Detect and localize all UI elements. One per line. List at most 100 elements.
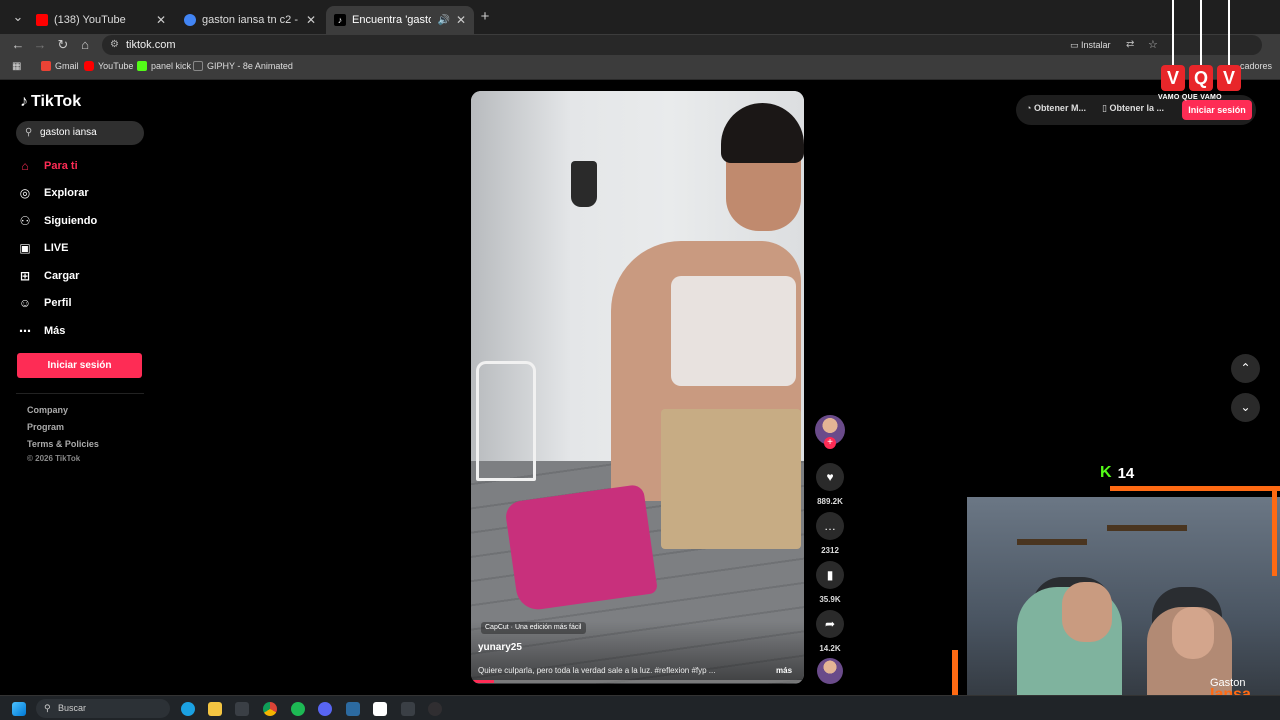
profile-icon: ☺ — [18, 296, 32, 310]
kick-logo-icon: K — [1100, 464, 1112, 481]
vqv-letter: V — [1161, 65, 1185, 91]
tab-youtube[interactable]: (138) YouTube ✕ — [28, 6, 174, 34]
music-disc-button[interactable] — [815, 658, 845, 684]
translate-icon[interactable]: ⇄ — [1126, 35, 1134, 55]
upload-icon: ⊞ — [19, 269, 31, 283]
video-progress-bar[interactable] — [471, 680, 804, 683]
heart-icon: ♥ — [816, 463, 844, 491]
music-disc-icon — [817, 658, 843, 684]
tiktok-note-icon: ♪ — [20, 93, 28, 110]
nav-siguiendo[interactable]: ⚇ Siguiendo — [18, 211, 98, 231]
brave-icon[interactable] — [401, 702, 415, 716]
nav-mas[interactable]: ⋯ Más — [18, 321, 65, 341]
previous-video-button[interactable]: ⌃ — [1231, 354, 1260, 383]
tab-google-search[interactable]: gaston iansa tn c2 - Buscar con ✕ — [176, 6, 324, 34]
next-video-button[interactable]: ⌄ — [1231, 393, 1260, 422]
tab-title: (138) YouTube — [54, 14, 126, 26]
windows-start-icon[interactable] — [12, 702, 26, 716]
following-icon: ⚇ — [19, 214, 31, 228]
chrome-icon[interactable] — [263, 702, 277, 716]
share-button[interactable]: ➦ 14.2K — [815, 610, 845, 653]
edge-icon[interactable] — [181, 702, 195, 716]
get-app-button-2[interactable]: ▯ Obtener la ... — [1102, 103, 1164, 114]
comment-count: 2312 — [821, 546, 839, 555]
vqv-letter: Q — [1189, 65, 1213, 91]
bookmark-youtube[interactable]: YouTube — [84, 61, 133, 71]
windows-taskbar: ⚲ Buscar — [0, 695, 1280, 720]
cam-shelf — [1107, 525, 1187, 531]
nav-cargar[interactable]: ⊞ Cargar — [18, 266, 80, 286]
tiktok-logo[interactable]: ♪ TikTok — [20, 93, 81, 111]
video-progress-fill — [471, 680, 495, 683]
obs-icon[interactable] — [428, 702, 442, 716]
footer-link-company[interactable]: Company — [27, 405, 68, 415]
footer-link-terms[interactable]: Terms & Policies — [27, 439, 99, 449]
get-app-button-1[interactable]: ◔ Obtener M... — [1026, 103, 1086, 113]
video-author[interactable]: yunary25 — [478, 642, 522, 653]
nav-live[interactable]: ▣ LIVE — [18, 238, 68, 258]
capcut-icon[interactable] — [373, 702, 387, 716]
search-value: gaston iansa — [40, 127, 97, 138]
new-tab-button[interactable]: + — [477, 9, 493, 25]
creator-avatar-button[interactable]: + — [815, 415, 845, 449]
login-button[interactable]: Iniciar sesión — [17, 353, 142, 378]
page-icon — [193, 61, 203, 71]
bookmark-panel-kick[interactable]: panel kick — [137, 61, 191, 71]
youtube-favicon-icon — [36, 14, 48, 26]
site-info-icon[interactable]: ⚙ — [110, 35, 119, 55]
back-icon[interactable]: ← — [10, 37, 26, 53]
url-text: tiktok.com — [126, 39, 176, 51]
vqv-logo: V Q V VAMO QUE VAMO — [1158, 0, 1242, 105]
bookmark-giphy[interactable]: GIPHY - 8e Animated — [193, 61, 293, 71]
like-button[interactable]: ♥ 889.2K — [815, 463, 845, 506]
viewer-count: 14 — [1117, 464, 1135, 482]
tab-search-icon[interactable]: ⌄ — [10, 9, 26, 25]
footer-link-program[interactable]: Program — [27, 422, 64, 432]
gmail-icon — [41, 61, 51, 71]
bookmarks-overflow[interactable]: cadores — [1240, 61, 1272, 71]
like-count: 889.2K — [817, 497, 843, 506]
kick-icon — [137, 61, 147, 71]
bookmark-icon: ▮ — [816, 561, 844, 589]
compass-icon: ◎ — [19, 186, 31, 200]
bookmark-label: GIPHY - 8e Animated — [207, 61, 293, 71]
save-button[interactable]: ▮ 35.9K — [815, 561, 845, 604]
close-icon[interactable]: ✕ — [306, 13, 316, 27]
video-caption: Quiere culparla, pero toda la verdad sal… — [478, 666, 716, 675]
app-icon[interactable] — [346, 702, 360, 716]
capcut-tag[interactable]: CapCut · Una edición más fácil — [481, 622, 586, 634]
home-icon[interactable]: ⌂ — [77, 37, 93, 53]
nav-explorar[interactable]: ◎ Explorar — [18, 183, 89, 203]
close-icon[interactable]: ✕ — [456, 13, 466, 27]
store-icon[interactable] — [235, 702, 249, 716]
vqv-tagline: VAMO QUE VAMO — [1158, 94, 1222, 101]
bookmark-gmail[interactable]: Gmail — [41, 61, 79, 71]
follow-plus-icon[interactable]: + — [824, 437, 836, 449]
nav-label: Cargar — [44, 270, 80, 282]
google-favicon-icon — [184, 14, 196, 26]
star-icon[interactable]: ☆ — [1148, 35, 1158, 55]
caption-more-button[interactable]: más — [776, 666, 792, 675]
spotify-icon[interactable] — [291, 702, 305, 716]
taskbar-search-input[interactable]: ⚲ Buscar — [36, 699, 170, 718]
frame-border — [1110, 486, 1280, 491]
video-player[interactable]: CapCut · Una edición más fácil yunary25 … — [471, 91, 804, 684]
url-field[interactable]: ⚙ tiktok.com ▭ Instalar ⇄ ☆ — [102, 35, 1262, 55]
install-button[interactable]: ▭ Instalar — [1070, 35, 1111, 55]
bookmark-label: YouTube — [98, 61, 134, 71]
forward-icon[interactable]: → — [32, 37, 48, 53]
tab-title: Encuentra 'gaston iansa' en — [352, 14, 432, 26]
discord-icon[interactable] — [318, 702, 332, 716]
nav-label: Perfil — [44, 297, 72, 309]
tab-tiktok[interactable]: ♪ Encuentra 'gaston iansa' en 🔊 ✕ — [326, 6, 474, 34]
search-input[interactable]: ⚲ gaston iansa — [16, 121, 144, 145]
nav-perfil[interactable]: ☺ Perfil — [18, 293, 72, 313]
reload-icon[interactable]: ↻ — [55, 37, 71, 53]
audio-icon[interactable]: 🔊 — [437, 15, 449, 26]
comment-button[interactable]: … 2312 — [815, 512, 845, 555]
close-icon[interactable]: ✕ — [156, 13, 166, 27]
file-explorer-icon[interactable] — [208, 702, 222, 716]
nav-para-ti[interactable]: ⌂ Para ti — [18, 156, 77, 176]
cam-shelf — [1017, 539, 1087, 545]
apps-icon[interactable]: ▦ — [12, 61, 21, 72]
